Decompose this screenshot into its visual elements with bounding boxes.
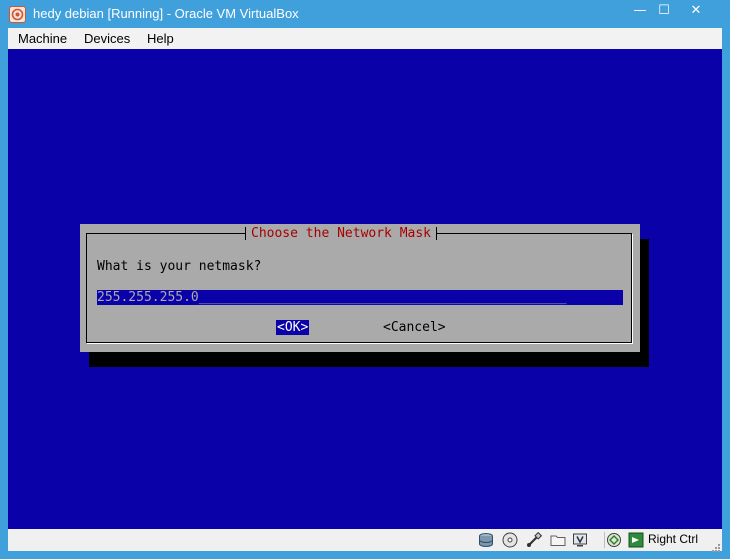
dialog-border bbox=[86, 233, 632, 343]
title-bar[interactable]: hedy debian [Running] - Oracle VM Virtua… bbox=[0, 0, 730, 28]
maximize-button[interactable]: ☐ bbox=[651, 2, 677, 20]
close-button[interactable]: ✕ bbox=[683, 2, 709, 20]
status-bar: Right Ctrl bbox=[8, 529, 722, 552]
window-title: hedy debian [Running] - Oracle VM Virtua… bbox=[33, 6, 299, 21]
dialog-question: What is your netmask? bbox=[97, 259, 262, 274]
optical-drive-icon[interactable] bbox=[502, 532, 518, 548]
network-mask-dialog: Choose the Network Mask What is your net… bbox=[80, 224, 640, 352]
display-icon[interactable] bbox=[572, 532, 588, 548]
cancel-button[interactable]: <Cancel> bbox=[383, 320, 446, 335]
network-icon[interactable] bbox=[606, 532, 622, 548]
minimize-button[interactable]: — bbox=[627, 2, 653, 20]
status-separator bbox=[604, 532, 605, 548]
capture-icon[interactable] bbox=[628, 532, 644, 548]
menu-bar: Machine Devices Help bbox=[8, 28, 722, 49]
shared-folders-icon[interactable] bbox=[550, 532, 566, 548]
vm-display[interactable]: Choose the Network Mask What is your net… bbox=[8, 49, 722, 529]
host-key-label: Right Ctrl bbox=[648, 532, 699, 546]
dialog-title: Choose the Network Mask bbox=[245, 225, 438, 242]
resize-grip[interactable] bbox=[710, 537, 720, 552]
menu-machine[interactable]: Machine bbox=[18, 31, 67, 46]
ok-button[interactable]: <OK> bbox=[276, 320, 310, 335]
menu-devices[interactable]: Devices bbox=[84, 31, 130, 46]
netmask-input[interactable]: 255.255.255.0___________________________… bbox=[97, 290, 623, 305]
virtualbox-app-icon bbox=[9, 6, 26, 23]
usb-icon[interactable] bbox=[526, 531, 543, 548]
hard-disk-icon[interactable] bbox=[478, 532, 494, 548]
virtualbox-window: hedy debian [Running] - Oracle VM Virtua… bbox=[0, 0, 730, 559]
menu-help[interactable]: Help bbox=[147, 31, 174, 46]
